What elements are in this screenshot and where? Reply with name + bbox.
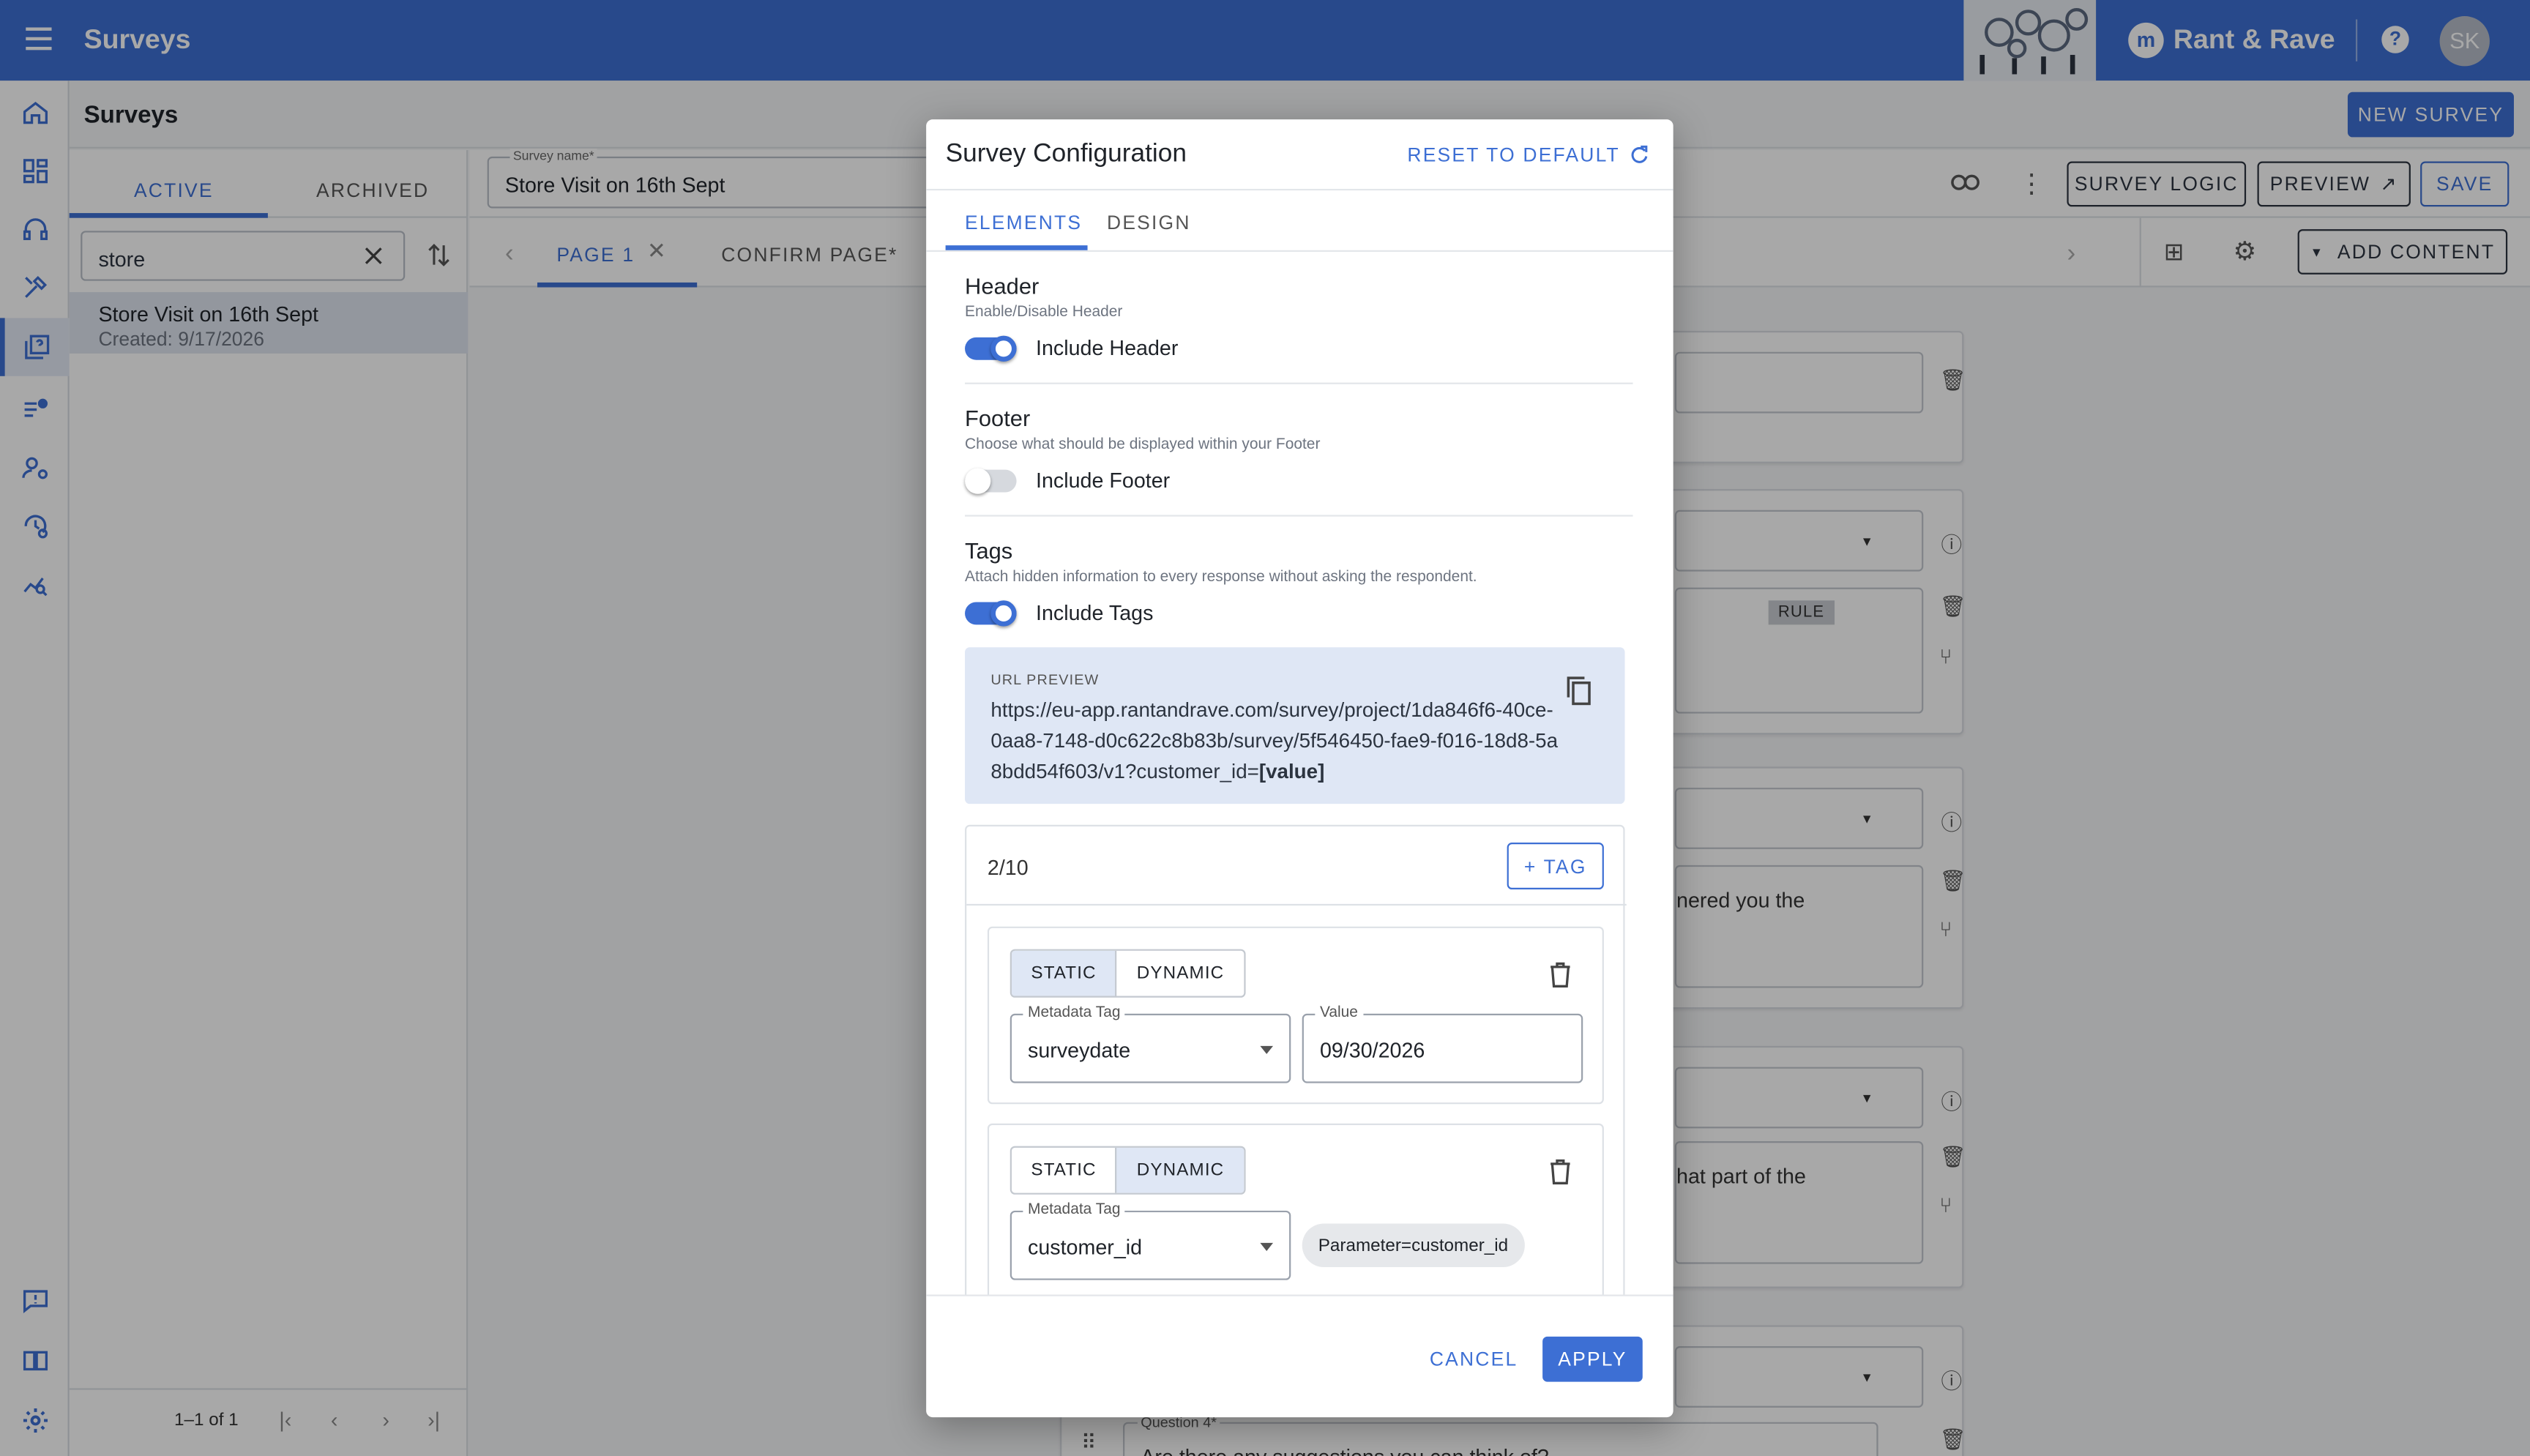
url-preview-text: https://eu-app.rantandrave.com/survey/pr… (990, 695, 1559, 788)
include-tags-toggle[interactable] (965, 600, 1017, 627)
dialog-header: Survey Configuration RESET TO DEFAULT (926, 119, 1673, 191)
tags-section-subtitle: Attach hidden information to every respo… (965, 568, 1477, 586)
include-header-toggle[interactable] (965, 335, 1017, 362)
include-footer-toggle[interactable] (965, 468, 1017, 494)
include-header-label: Include Header (1036, 335, 1179, 360)
refresh-icon (1631, 145, 1648, 163)
tag-item: STATIC DYNAMIC Metadata Tag customer_id … (987, 1123, 1604, 1295)
footer-section-subtitle: Choose what should be displayed within y… (965, 436, 1321, 454)
dynamic-option[interactable]: DYNAMIC (1116, 950, 1244, 996)
caret-down-icon (1260, 1045, 1274, 1054)
value-field[interactable]: Value 09/30/2026 (1302, 1004, 1583, 1083)
include-tags-label: Include Tags (1036, 600, 1154, 625)
tag-type-toggle: STATIC DYNAMIC (1010, 949, 1245, 998)
dialog-tabs: ELEMENTS DESIGN (926, 190, 1673, 252)
tag-count: 2/10 (987, 855, 1029, 880)
footer-section-title: Footer (965, 405, 1031, 431)
metadata-tag-select[interactable]: Metadata Tag customer_id (1010, 1201, 1291, 1280)
metadata-tag-select[interactable]: Metadata Tag surveydate (1010, 1004, 1291, 1083)
header-section-title: Header (965, 272, 1040, 299)
static-option[interactable]: STATIC (1012, 1148, 1116, 1193)
value-input: 09/30/2026 (1319, 1037, 1425, 1062)
survey-configuration-dialog: Survey Configuration RESET TO DEFAULT EL… (926, 119, 1673, 1418)
dialog-body: Header Enable/Disable Header Include Hea… (926, 252, 1673, 1295)
tag-item: STATIC DYNAMIC Metadata Tag surveydate V… (987, 926, 1604, 1105)
url-preview-label: URL PREVIEW (990, 671, 1100, 688)
tag-type-toggle: STATIC DYNAMIC (1010, 1146, 1245, 1195)
reset-to-default-button[interactable]: RESET TO DEFAULT (1407, 143, 1649, 166)
tags-panel: 2/10 + TAG STATIC DYNAMIC Metadata Tag s… (965, 824, 1627, 1295)
reset-label: RESET TO DEFAULT (1407, 143, 1620, 167)
header-section-subtitle: Enable/Disable Header (965, 303, 1123, 321)
static-option[interactable]: STATIC (1011, 950, 1116, 996)
metadata-tag-value: surveydate (1028, 1037, 1131, 1062)
tab-elements[interactable]: ELEMENTS (965, 212, 1082, 234)
dynamic-option[interactable]: DYNAMIC (1116, 1147, 1244, 1193)
tab-indicator (945, 245, 1088, 250)
tags-section-title: Tags (965, 537, 1013, 564)
metadata-tag-label: Metadata Tag (1023, 1201, 1126, 1219)
delete-icon[interactable] (1549, 1159, 1572, 1184)
apply-button[interactable]: APPLY (1542, 1336, 1643, 1382)
parameter-chip: Parameter=customer_id (1302, 1223, 1525, 1268)
value-label: Value (1315, 1004, 1363, 1022)
metadata-tag-label: Metadata Tag (1023, 1004, 1126, 1022)
dialog-actions: CANCEL APPLY (926, 1294, 1673, 1417)
dialog-title: Survey Configuration (945, 140, 1187, 168)
cancel-button[interactable]: CANCEL (1430, 1348, 1518, 1370)
divider (965, 515, 1633, 517)
tab-design[interactable]: DESIGN (1107, 212, 1191, 234)
metadata-tag-value: customer_id (1028, 1234, 1143, 1259)
add-tag-button[interactable]: + TAG (1507, 843, 1604, 890)
copy-icon[interactable] (1565, 675, 1594, 707)
delete-icon[interactable] (1549, 962, 1572, 988)
url-preview: URL PREVIEW https://eu-app.rantandrave.c… (965, 647, 1625, 804)
url-value-placeholder: [value] (1258, 760, 1325, 783)
include-footer-label: Include Footer (1036, 468, 1171, 493)
divider (965, 382, 1633, 384)
divider (966, 903, 1627, 906)
caret-down-icon (1260, 1242, 1274, 1251)
